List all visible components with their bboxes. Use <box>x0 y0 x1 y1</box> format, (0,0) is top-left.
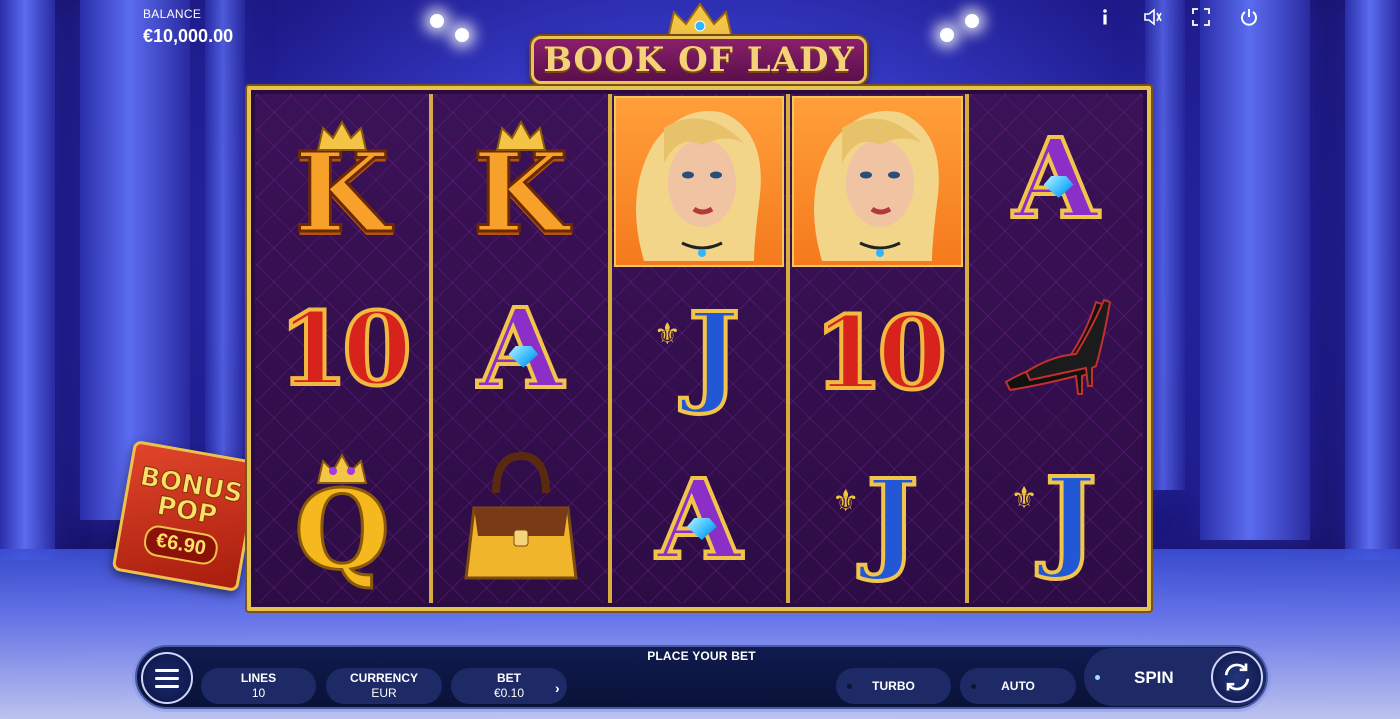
lines-label: LINES <box>240 671 277 685</box>
reel-symbol-lady <box>613 96 785 267</box>
auto-label: AUTO <box>1001 678 1035 693</box>
sound-icon[interactable] <box>1142 6 1164 28</box>
fleur-de-lis-icon: ⚜ <box>1010 481 1038 517</box>
reel-symbol-lady <box>792 96 963 267</box>
reel-symbol-handbag <box>433 433 607 603</box>
spin-icon[interactable] <box>1211 651 1263 703</box>
balance-display: BALANCE €10,000.00 <box>143 7 233 47</box>
reel-symbol-j: ⚜ J <box>653 287 742 417</box>
high-heels-icon <box>1004 298 1111 395</box>
handbag-icon <box>463 452 578 580</box>
reel-symbol-a: A <box>612 436 786 603</box>
reel-symbol-k: K <box>255 94 429 264</box>
pillar <box>205 0 245 470</box>
reel-symbol-k: K <box>433 94 607 264</box>
reel-symbol-10: 10 <box>812 293 949 412</box>
lines-selector[interactable]: LINES 10 <box>201 668 316 704</box>
game-logo: BOOK OF LADY <box>531 36 867 84</box>
reel-symbol-j: ⚜ J <box>832 454 920 584</box>
reel-symbol-heels <box>969 264 1143 434</box>
auto-button[interactable]: AUTO <box>960 668 1076 704</box>
spin-label: SPIN <box>1134 668 1174 687</box>
reel-1: K 10 Q <box>255 94 434 603</box>
menu-icon-line <box>155 676 179 680</box>
stage-light <box>965 14 979 28</box>
menu-icon-line <box>155 668 179 672</box>
reel-symbol-a: A <box>969 94 1143 264</box>
pillar <box>1145 0 1185 490</box>
stage-light <box>430 14 444 28</box>
reel-4: 10 ⚜ J <box>790 94 969 603</box>
currency-selector[interactable]: CURRENCY EUR <box>326 668 442 704</box>
chevron-right-icon[interactable]: › <box>555 680 560 696</box>
spin-button[interactable]: SPIN <box>1084 648 1266 706</box>
stage-light <box>455 28 469 42</box>
auto-indicator <box>971 684 976 689</box>
menu-icon-line <box>155 684 179 688</box>
lady-portrait-icon <box>636 110 761 261</box>
top-toolbar <box>1094 6 1260 28</box>
bet-value: €0.10 <box>493 686 525 700</box>
balance-label: BALANCE <box>143 7 202 21</box>
currency-value: EUR <box>371 686 397 700</box>
bet-selector[interactable]: BET €0.10 <box>451 668 567 704</box>
pillar <box>0 0 55 560</box>
spin-indicator <box>1095 675 1100 680</box>
lines-value: 10 <box>251 686 266 700</box>
menu-button[interactable] <box>141 652 193 704</box>
pillar <box>1345 0 1400 560</box>
lady-portrait-icon <box>814 110 940 261</box>
fleur-de-lis-icon: ⚜ <box>653 317 681 352</box>
reel-3: ⚜ J A <box>611 94 791 603</box>
reel-symbol-10: 10 <box>277 289 414 408</box>
currency-label: CURRENCY <box>349 671 418 685</box>
stage-light <box>940 28 954 42</box>
reel-grid: K 10 Q K A <box>247 86 1151 611</box>
reel-2: K A <box>433 94 612 603</box>
fullscreen-icon[interactable] <box>1190 6 1212 28</box>
power-icon[interactable] <box>1238 6 1260 28</box>
turbo-indicator <box>847 684 852 689</box>
balance-value: €10,000.00 <box>143 26 234 46</box>
pillar <box>1200 0 1310 540</box>
reel-5: A ⚜ J <box>968 94 1144 603</box>
control-bar: PLACE YOUR BET LINES 10 CURRENCY EUR BET… <box>135 645 1268 709</box>
game-title: BOOK OF LADY <box>543 40 855 80</box>
turbo-button[interactable]: TURBO <box>836 668 951 704</box>
fleur-de-lis-icon: ⚜ <box>832 484 860 519</box>
info-icon[interactable] <box>1094 6 1116 28</box>
bet-label: BET <box>497 671 521 685</box>
reel-symbol-j: ⚜ J <box>1010 453 1099 583</box>
reel-symbol-a: A <box>433 264 607 434</box>
reel-symbol-q: Q <box>255 433 429 603</box>
bonus-pop-badge[interactable]: BONUS POP €6.90 <box>111 439 261 593</box>
turbo-label: TURBO <box>872 678 915 693</box>
